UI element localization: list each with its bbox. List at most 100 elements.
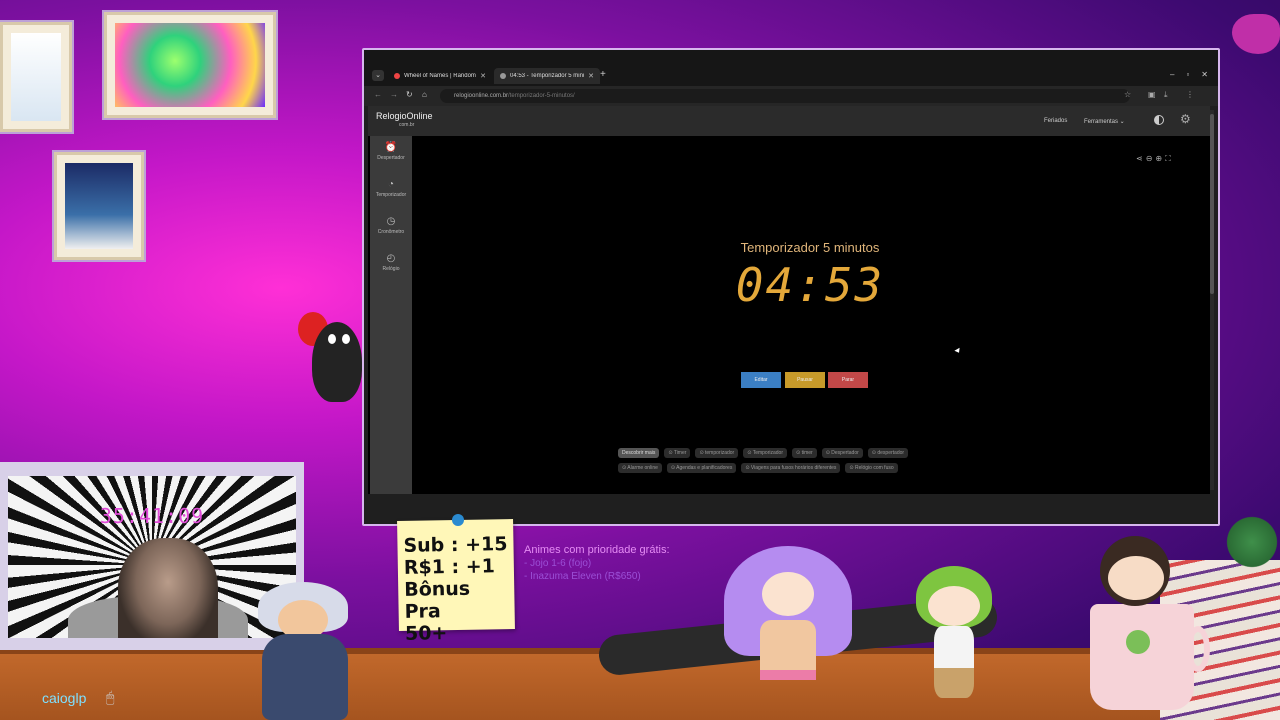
sidebar-item-cronometro[interactable]: ◷ Cronômetro — [370, 216, 412, 235]
tag-chip[interactable]: ⊙ Relógio com fuso — [845, 463, 898, 473]
wheel-favicon-icon — [394, 73, 400, 79]
fullscreen-icon[interactable]: ⛶ — [1165, 154, 1171, 164]
creature-sticker — [1232, 14, 1280, 54]
nav-feriados[interactable]: Feriados — [1044, 118, 1067, 124]
character-body — [934, 626, 974, 698]
tag-chip[interactable]: ⊙ temporizador — [695, 448, 739, 458]
tag-row: Descobrir mais ⊙ Timer ⊙ temporizador ⊙ Tem… — [618, 448, 1008, 458]
timer-display: 04:53 — [735, 258, 885, 312]
tab-bar: ⌄ Wheel of Names | Random nam ✕ 04:53 - … — [364, 50, 1218, 86]
clock-favicon-icon — [500, 73, 506, 79]
cat-eye — [342, 334, 350, 344]
site-logo[interactable]: RelogioOnline — [376, 111, 433, 121]
wall-art-3 — [65, 163, 133, 249]
tab-title: 04:53 - Temporizador 5 minutos — [510, 73, 584, 79]
purple-twintail-character — [724, 538, 852, 680]
stream-uptime-clock: 35:41:09 — [99, 504, 205, 528]
new-tab-button[interactable]: + — [600, 69, 606, 80]
note-line: R$1 : +1 — [403, 555, 496, 579]
clock-icon: ◴ — [386, 253, 396, 264]
black-cat-character — [298, 304, 378, 404]
home-icon[interactable]: ⌂ — [422, 90, 427, 99]
mouse-icon: 🖱 — [106, 689, 115, 705]
sidebar-item-label: Despertador — [377, 155, 405, 161]
character-dress — [760, 620, 816, 680]
edit-button[interactable]: Editar — [741, 372, 781, 388]
tag-chip[interactable]: ⊙ Temporizador — [743, 448, 787, 458]
webpage: RelogioOnline com.br Feriados Ferramenta… — [368, 106, 1210, 494]
zoom-out-icon[interactable]: ⊖ — [1146, 154, 1153, 164]
zoom-in-icon[interactable]: ⊕ — [1155, 154, 1162, 164]
sidebar-item-label: Cronômetro — [377, 229, 405, 235]
streamer-username: caioglp — [42, 690, 87, 706]
nav-ferramentas[interactable]: Ferramentas ⌄ — [1084, 118, 1125, 125]
close-tab-icon[interactable]: ✕ — [588, 72, 594, 80]
site-logo-sub: com.br — [399, 122, 415, 128]
restore-icon[interactable]: ▫ — [1186, 70, 1189, 79]
wall-art-frame-2 — [104, 12, 276, 118]
tab-temporizador[interactable]: 04:53 - Temporizador 5 minutos ✕ — [494, 68, 600, 84]
extension-icon[interactable]: ▣ — [1148, 90, 1156, 99]
alarm-icon: ⏰ — [384, 142, 398, 153]
green-hair-character — [914, 566, 994, 698]
mouse-cursor-icon — [954, 347, 962, 355]
profile-icon[interactable]: ⋮ — [1186, 90, 1194, 99]
close-tab-icon[interactable]: ✕ — [480, 72, 486, 80]
forward-icon[interactable]: → — [390, 90, 398, 99]
wall-art-1 — [11, 33, 61, 121]
theme-toggle-icon[interactable] — [1154, 115, 1164, 125]
winter-granny-character — [248, 582, 360, 720]
timer-title: Temporizador 5 minutos — [740, 240, 880, 255]
downloads-icon[interactable]: ⤓ — [1164, 90, 1168, 100]
url-path: /temporizador-5-minutos/ — [508, 93, 575, 99]
note-line: 50+ — [404, 622, 448, 645]
character-face — [1108, 556, 1164, 600]
note-text: Sub : +15 R$1 : +1 Bônus Pra 50+ — [403, 533, 511, 645]
tab-search-icon[interactable]: ⌄ — [372, 70, 384, 81]
tag-chip[interactable]: ⊙ Timer — [664, 448, 691, 458]
cat-eye — [328, 334, 336, 344]
tag-chip[interactable]: ⊙ Alarme online — [618, 463, 662, 473]
sidebar-item-temporizador[interactable]: ◔ Temporizador — [370, 179, 412, 198]
pause-button[interactable]: Pausar — [785, 372, 825, 388]
mug — [1090, 604, 1194, 710]
character-face — [762, 572, 814, 616]
timer-tools: ⋖ ⊖ ⊕ ⛶ — [1136, 154, 1171, 164]
mug-character — [1090, 534, 1210, 710]
stop-button[interactable]: Parar — [828, 372, 868, 388]
url-input[interactable]: relogioonline.com.br/temporizador-5-minu… — [440, 89, 1130, 103]
gear-icon[interactable]: ⚙ — [1180, 112, 1191, 126]
mug-handle — [1186, 626, 1210, 672]
reload-icon[interactable]: ↻ — [406, 90, 413, 99]
tag-row: ⊙ Alarme online ⊙ Agendas e planificadore… — [618, 463, 1008, 473]
tag-chip[interactable]: ⊙ timer — [791, 448, 817, 458]
sidebar-item-despertador[interactable]: ⏰ Despertador — [370, 142, 412, 161]
note-line: Bônus Pra — [404, 577, 471, 623]
back-icon[interactable]: ← — [374, 90, 382, 99]
sidebar-item-label: Temporizador — [375, 192, 407, 198]
tag-chip[interactable]: ⊙ Despertador — [821, 448, 863, 458]
tag-chip[interactable]: ⊙ Viagens para fusos horários diferentes — [741, 463, 841, 473]
tab-wheel-of-names[interactable]: Wheel of Names | Random nam ✕ — [388, 68, 492, 84]
cat-body — [312, 322, 362, 402]
leaf-icon — [1126, 630, 1150, 654]
address-bar: ← → ↻ ⌂ relogioonline.com.br/temporizado… — [364, 86, 1218, 106]
close-window-icon[interactable]: ✕ — [1201, 70, 1208, 79]
site-header: RelogioOnline com.br Feriados Ferramenta… — [368, 106, 1210, 136]
character-face — [928, 586, 980, 626]
tag-chip[interactable]: ⊙ Agendas e planificadores — [666, 463, 737, 473]
share-icon[interactable]: ⋖ — [1136, 154, 1143, 164]
window-controls: – ▫ ✕ — [1170, 70, 1208, 79]
page-scrollbar[interactable] — [1210, 110, 1214, 490]
wall-art-frame-1 — [0, 22, 72, 132]
stopwatch-icon: ◷ — [386, 216, 396, 227]
discover-more-button[interactable]: Descobrir mais — [618, 448, 660, 458]
granny-coat — [262, 634, 348, 720]
sidebar-item-relogio[interactable]: ◴ Relógio — [370, 253, 412, 272]
tag-chip[interactable]: ⊙ despertador — [867, 448, 909, 458]
minimize-icon[interactable]: – — [1170, 70, 1174, 79]
bookmark-star-icon[interactable]: ☆ — [1124, 90, 1131, 99]
url-host: relogioonline.com.br — [454, 93, 509, 99]
pushpin-icon — [452, 514, 464, 526]
plant-icon — [1224, 512, 1280, 572]
